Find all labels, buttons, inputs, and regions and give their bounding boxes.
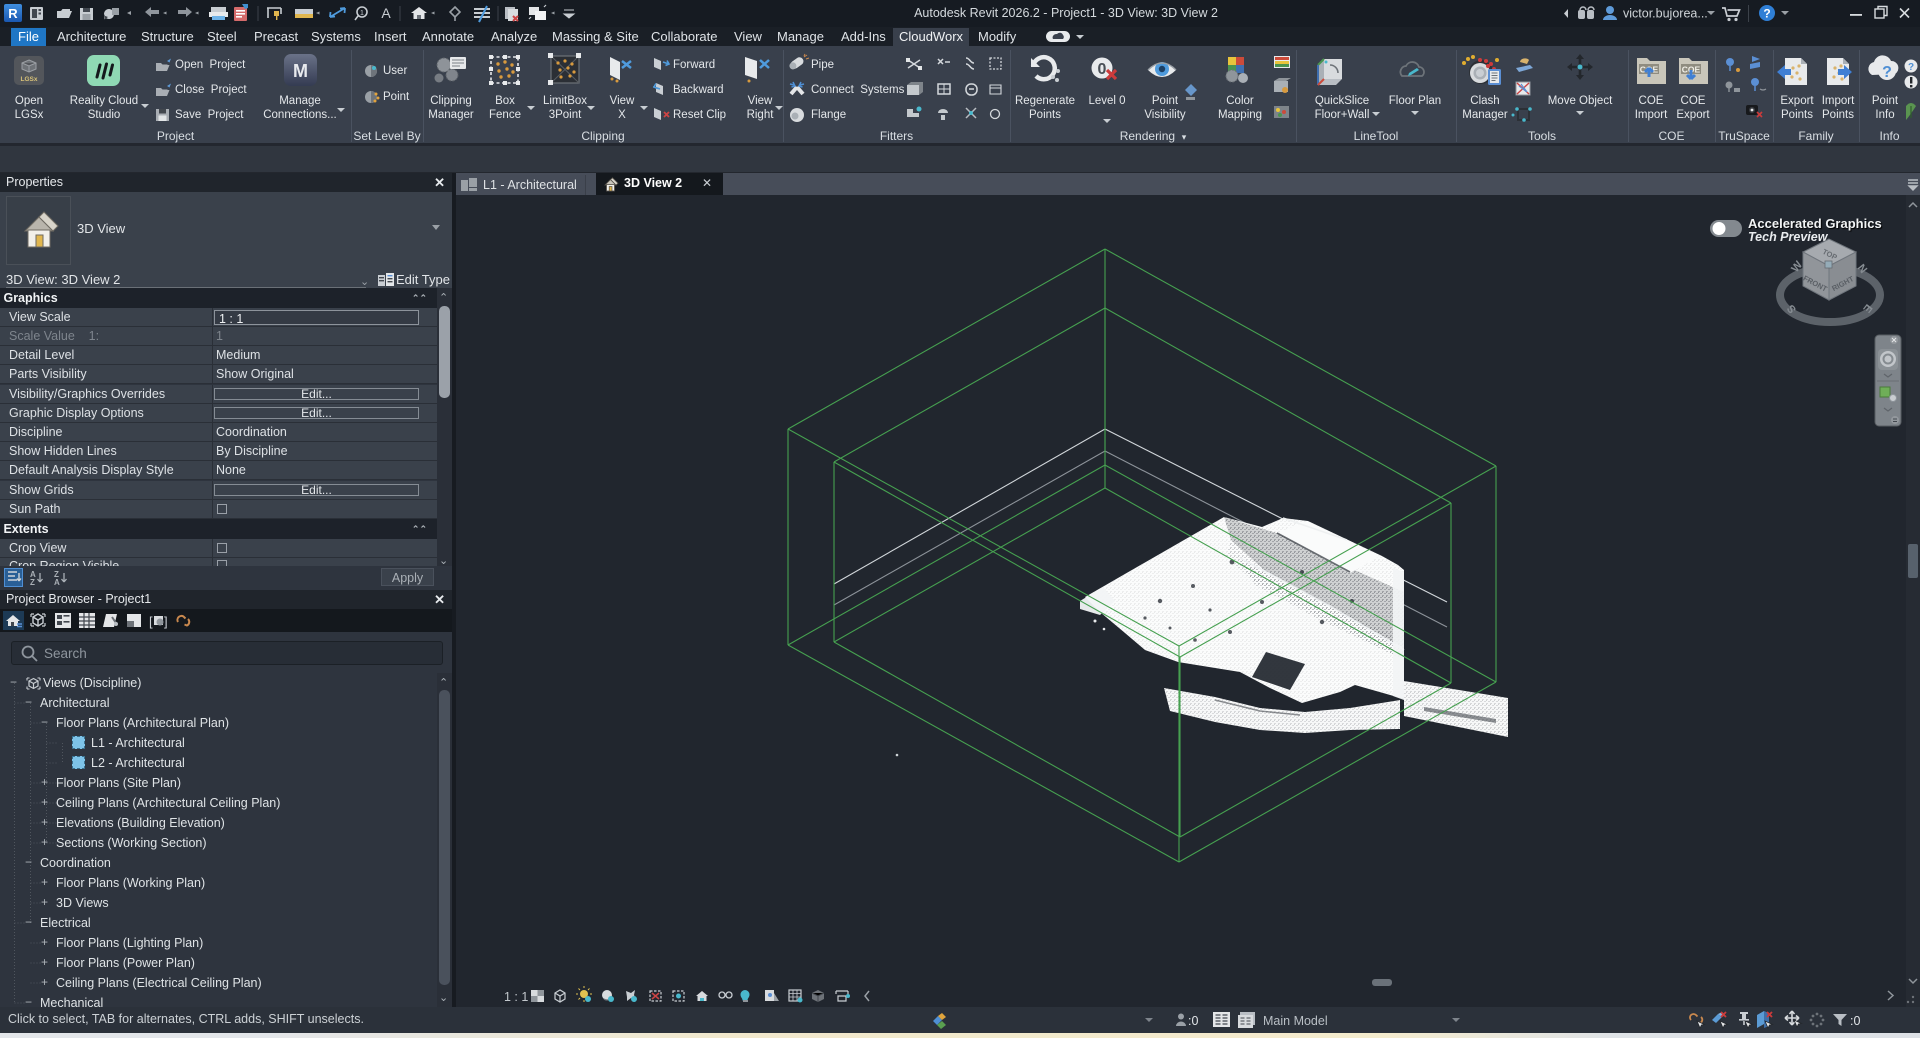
svg-text:A: A [54, 578, 60, 587]
svg-text:Main Model: Main Model [1263, 1014, 1328, 1028]
svg-text:?: ? [1908, 62, 1914, 73]
svg-text::0: :0 [1850, 1014, 1860, 1028]
svg-text:Autodesk Revit 2026.2 - Projec: Autodesk Revit 2026.2 - Project1 - 3D Vi… [914, 6, 1218, 20]
svg-text:?: ? [1882, 64, 1892, 81]
svg-text:[: [ [149, 614, 153, 629]
svg-text::0: :0 [1188, 1014, 1198, 1028]
svg-text:]: ] [164, 614, 168, 629]
svg-text:M: M [293, 61, 308, 81]
svg-text:LGSx: LGSx [21, 76, 38, 83]
svg-text:Z: Z [30, 578, 35, 587]
svg-text:0: 0 [1098, 61, 1107, 78]
svg-text:R: R [8, 6, 18, 21]
svg-text:Accelerated Graphics: Accelerated Graphics [1748, 216, 1882, 231]
svg-text:victor.bujorea...: victor.bujorea... [1623, 7, 1708, 21]
svg-text:?: ? [1763, 7, 1770, 21]
svg-text:1 : 1: 1 : 1 [504, 990, 528, 1004]
svg-text:Tech Preview: Tech Preview [1748, 230, 1829, 244]
svg-text:A: A [381, 5, 391, 21]
svg-text:1: 1 [360, 10, 364, 17]
